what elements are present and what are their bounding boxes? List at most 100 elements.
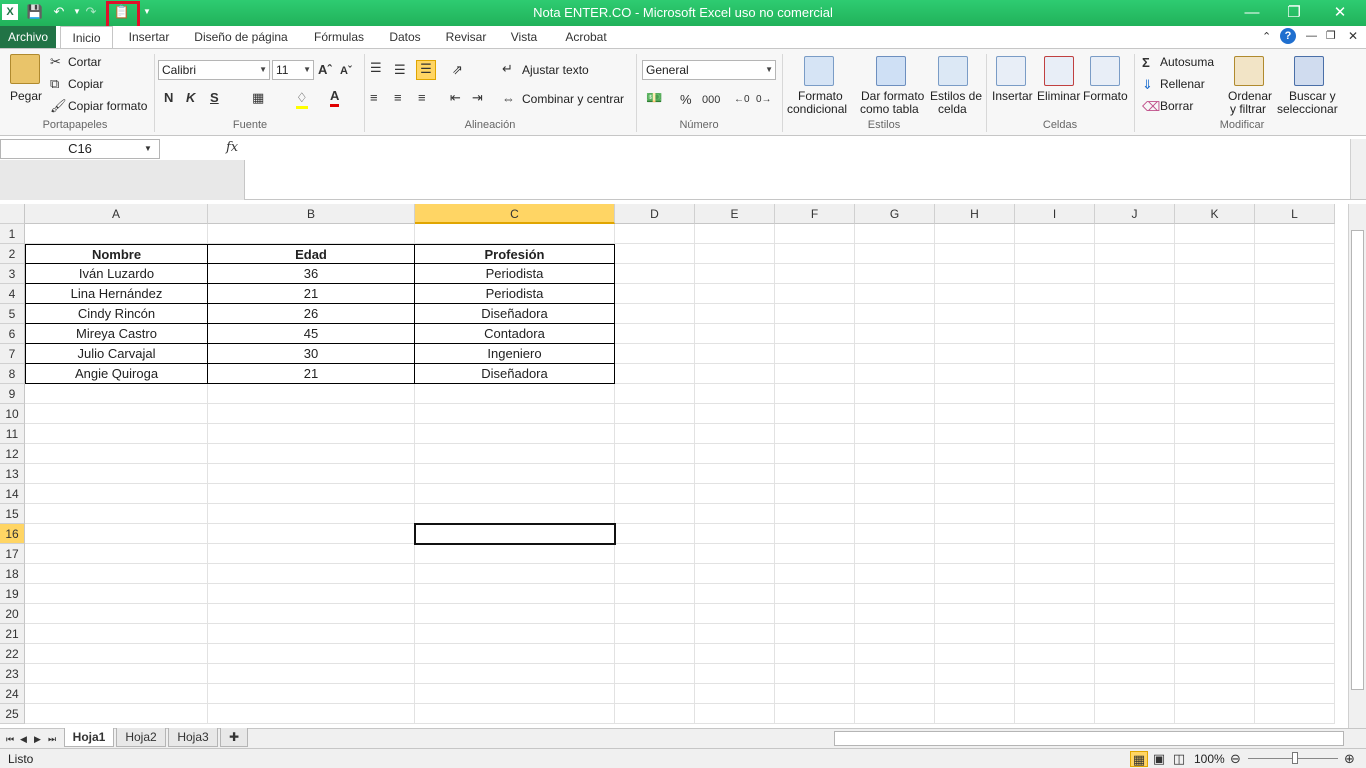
cell-k17[interactable]	[1175, 544, 1255, 564]
cell-k20[interactable]	[1175, 604, 1255, 624]
cell-a19[interactable]	[25, 584, 208, 604]
cell-h22[interactable]	[935, 644, 1015, 664]
cell-h21[interactable]	[935, 624, 1015, 644]
row-header-13[interactable]: 13	[0, 464, 25, 484]
next-sheet-icon[interactable]: ▶	[34, 731, 41, 747]
currency-icon[interactable]: 💵	[646, 90, 662, 106]
row-header-17[interactable]: 17	[0, 544, 25, 564]
cell-styles-icon[interactable]	[938, 56, 968, 86]
cell-d25[interactable]	[615, 704, 695, 724]
sheet-tab-hoja3[interactable]: Hoja3	[168, 728, 218, 747]
cell-a13[interactable]	[25, 464, 208, 484]
cell-b2[interactable]: Edad	[208, 244, 415, 264]
cell-b24[interactable]	[208, 684, 415, 704]
cell-c13[interactable]	[415, 464, 615, 484]
tab-formulas[interactable]: Fórmulas	[306, 26, 372, 48]
cell-d8[interactable]	[615, 364, 695, 384]
increase-indent-icon[interactable]: ⇥	[472, 90, 483, 106]
row-header-3[interactable]: 3	[0, 264, 25, 284]
cell-l7[interactable]	[1255, 344, 1335, 364]
cell-a5[interactable]: Cindy Rincón	[25, 304, 208, 324]
tab-vista[interactable]: Vista	[502, 26, 546, 48]
format-as-table-label-1[interactable]: Dar formato	[861, 89, 924, 103]
cell-g6[interactable]	[855, 324, 935, 344]
cell-d2[interactable]	[615, 244, 695, 264]
wrap-text-icon[interactable]: ↵	[502, 61, 513, 77]
cell-h20[interactable]	[935, 604, 1015, 624]
cell-c25[interactable]	[415, 704, 615, 724]
row-header-6[interactable]: 6	[0, 324, 25, 344]
sort-filter-label-2[interactable]: y filtrar	[1230, 102, 1266, 116]
doc-close-icon[interactable]: ✕	[1348, 28, 1358, 44]
cell-e19[interactable]	[695, 584, 775, 604]
conditional-format-label-2[interactable]: condicional	[787, 102, 847, 116]
cell-k10[interactable]	[1175, 404, 1255, 424]
formula-bar-scroll[interactable]	[1350, 139, 1366, 199]
cell-j25[interactable]	[1095, 704, 1175, 724]
cell-j16[interactable]	[1095, 524, 1175, 544]
fill-button[interactable]: Rellenar	[1160, 77, 1205, 91]
cell-k8[interactable]	[1175, 364, 1255, 384]
cell-j12[interactable]	[1095, 444, 1175, 464]
cell-g25[interactable]	[855, 704, 935, 724]
cell-d3[interactable]	[615, 264, 695, 284]
cell-i14[interactable]	[1015, 484, 1095, 504]
cell-a3[interactable]: Iván Luzardo	[25, 264, 208, 284]
cell-f2[interactable]	[775, 244, 855, 264]
cell-f6[interactable]	[775, 324, 855, 344]
cell-d21[interactable]	[615, 624, 695, 644]
cell-l5[interactable]	[1255, 304, 1335, 324]
cell-b25[interactable]	[208, 704, 415, 724]
cell-e16[interactable]	[695, 524, 775, 544]
cell-h1[interactable]	[935, 224, 1015, 244]
cell-e9[interactable]	[695, 384, 775, 404]
cell-h18[interactable]	[935, 564, 1015, 584]
cell-h24[interactable]	[935, 684, 1015, 704]
bold-button[interactable]: N	[164, 90, 173, 106]
row-header-11[interactable]: 11	[0, 424, 25, 444]
cell-c17[interactable]	[415, 544, 615, 564]
cell-h25[interactable]	[935, 704, 1015, 724]
cell-h8[interactable]	[935, 364, 1015, 384]
cell-styles-label-2[interactable]: celda	[938, 102, 967, 116]
format-painter-icon[interactable]: 🖌	[50, 98, 67, 114]
insert-cells-icon[interactable]	[996, 56, 1026, 86]
cell-g5[interactable]	[855, 304, 935, 324]
insert-cells-button[interactable]: Insertar	[992, 89, 1033, 103]
cell-i15[interactable]	[1015, 504, 1095, 524]
cell-c20[interactable]	[415, 604, 615, 624]
cell-g13[interactable]	[855, 464, 935, 484]
cell-f12[interactable]	[775, 444, 855, 464]
page-layout-view-icon[interactable]: ▣	[1150, 751, 1168, 767]
tab-insertar[interactable]: Insertar	[120, 26, 178, 48]
cut-button[interactable]: Cortar	[68, 55, 101, 69]
cell-j11[interactable]	[1095, 424, 1175, 444]
cell-d18[interactable]	[615, 564, 695, 584]
cell-e24[interactable]	[695, 684, 775, 704]
zoom-in-icon[interactable]: ⊕	[1344, 751, 1355, 767]
cell-l25[interactable]	[1255, 704, 1335, 724]
cell-b21[interactable]	[208, 624, 415, 644]
cell-i11[interactable]	[1015, 424, 1095, 444]
column-header-a[interactable]: A	[25, 204, 208, 224]
cell-h6[interactable]	[935, 324, 1015, 344]
cell-d4[interactable]	[615, 284, 695, 304]
cell-a6[interactable]: Mireya Castro	[25, 324, 208, 344]
close-button[interactable]: ✕	[1320, 2, 1360, 24]
cell-k6[interactable]	[1175, 324, 1255, 344]
cell-j3[interactable]	[1095, 264, 1175, 284]
copy-button[interactable]: Copiar	[68, 77, 103, 91]
cell-f20[interactable]	[775, 604, 855, 624]
help-icon[interactable]: ?	[1280, 28, 1296, 44]
cell-h12[interactable]	[935, 444, 1015, 464]
cell-k11[interactable]	[1175, 424, 1255, 444]
increase-decimal-icon[interactable]: ←0	[734, 92, 750, 108]
find-select-label-2[interactable]: seleccionar	[1277, 102, 1338, 116]
cell-c1[interactable]	[415, 224, 615, 244]
cell-d7[interactable]	[615, 344, 695, 364]
sort-filter-icon[interactable]	[1234, 56, 1264, 86]
cell-j22[interactable]	[1095, 644, 1175, 664]
row-header-25[interactable]: 25	[0, 704, 25, 724]
borders-icon[interactable]: ▦	[252, 90, 264, 106]
cell-f21[interactable]	[775, 624, 855, 644]
